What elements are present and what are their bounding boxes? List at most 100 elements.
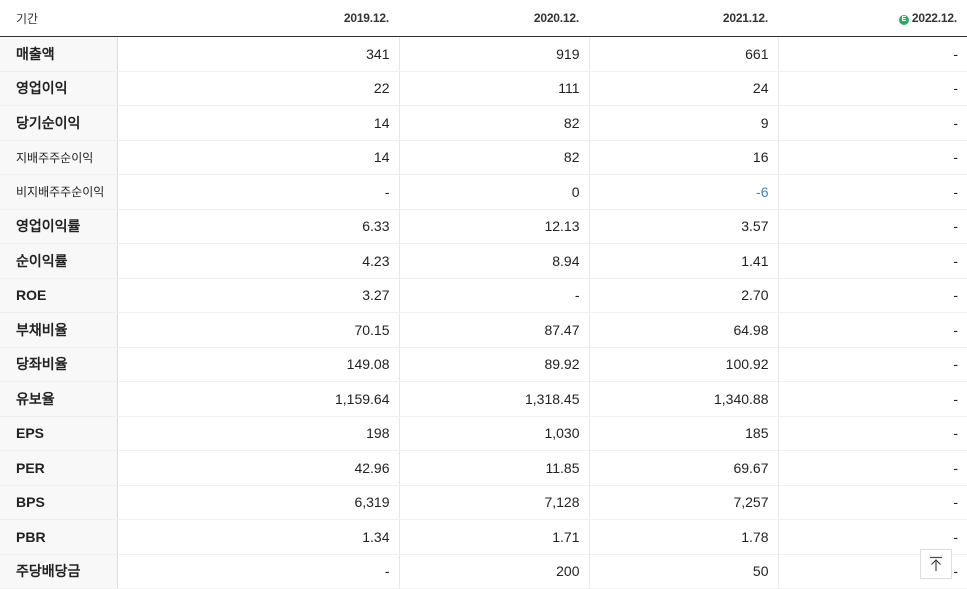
table-cell: 24 (588, 71, 778, 106)
table-cell: 9 (588, 105, 778, 141)
table-cell: 89.92 (398, 347, 589, 382)
table-row: 주당배당금 -200 50- (0, 553, 967, 589)
table-cell: - (777, 347, 967, 382)
table-cell: - (777, 105, 967, 141)
row-label: 매출액 (0, 36, 118, 72)
table-cell: 8.94 (398, 243, 589, 279)
table-row: PER 42.96 11.85 69.67- (0, 450, 967, 486)
table-cell: 661 (588, 36, 778, 72)
table-cell: 1,340.88 (588, 381, 778, 417)
table-cell: 7,257 (588, 485, 778, 520)
row-label: 지배주주순이익 (0, 140, 118, 175)
table-cell: 64.98 (588, 312, 778, 348)
table-cell: 341 (116, 36, 399, 72)
table-cell: 22 (116, 71, 399, 106)
table-cell: - (116, 553, 399, 589)
table-cell: - (116, 174, 399, 210)
table-cell: 7,128 (398, 485, 589, 520)
table-cell: 6,319 (116, 485, 399, 520)
table-cell: 1,159.64 (116, 381, 399, 417)
table-row: 부채비율 70.15 87.47 64.98- (0, 312, 967, 348)
table-cell: 149.08 (116, 347, 399, 382)
row-label: 유보율 (0, 381, 118, 417)
row-label: BPS (0, 485, 118, 520)
row-label: 영업이익 (0, 71, 118, 106)
table-cell: 82 (398, 140, 589, 175)
row-label: 당기순이익 (0, 105, 118, 141)
table-cell: - (777, 381, 967, 417)
table-cell: - (777, 140, 967, 175)
row-label: 당좌비율 (0, 347, 118, 382)
table-cell: - (398, 278, 589, 313)
period-header: 2019.12. (117, 0, 399, 37)
table-cell: 185 (588, 415, 778, 451)
table-cell: - (777, 174, 967, 210)
table-cell: 1.78 (588, 519, 778, 555)
period-header-estimate: E 2022.12. (778, 0, 967, 37)
table-cell: 50 (588, 553, 778, 589)
table-row: 비지배주주순이익 -0 -6- (0, 174, 967, 210)
table-cell: - (777, 450, 967, 486)
table-cell: 198 (116, 415, 399, 451)
table-cell: - (777, 415, 967, 451)
table-cell: 1,318.45 (398, 381, 589, 417)
row-label: 순이익률 (0, 243, 118, 279)
table-cell: 1.41 (588, 243, 778, 279)
estimate-badge-icon: E (898, 15, 909, 25)
table-cell: 69.67 (588, 450, 778, 486)
table-row: 순이익률 4.23 8.94 1.41- (0, 243, 967, 279)
table-row: BPS 6,319 7,128 7,257- (0, 485, 967, 520)
table-cell: - (777, 243, 967, 279)
table-cell: 1,030 (398, 415, 589, 451)
table-cell: 1.71 (398, 519, 589, 555)
table-cell: - (777, 312, 967, 348)
table-cell: 4.23 (116, 243, 399, 279)
period-label: 기간 (0, 0, 117, 37)
row-label: 비지배주주순이익 (0, 174, 118, 210)
table-row: 유보율 1,159.64 1,318.45 1,340.88- (0, 381, 967, 417)
table-cell: 3.57 (588, 208, 778, 244)
header-row: 기간 2019.12. 2020.12. 2021.12. E 2022.12. (0, 0, 967, 37)
table-cell: - (777, 71, 967, 106)
row-label: 주당배당금 (0, 553, 118, 589)
period-header: 2021.12. (589, 0, 778, 37)
table-cell: - (777, 208, 967, 244)
table-cell: 14 (116, 140, 399, 175)
table-cell: 14 (116, 105, 399, 141)
table-cell: 100.92 (588, 347, 778, 382)
row-label: 부채비율 (0, 312, 118, 348)
table-cell: 70.15 (116, 312, 399, 348)
table-cell: - (777, 278, 967, 313)
table-row: EPS 198 1,030 185- (0, 415, 967, 451)
table-cell: - (777, 485, 967, 520)
table-cell: 200 (398, 553, 589, 589)
row-label: 영업이익률 (0, 208, 118, 244)
row-label: PBR (0, 519, 118, 555)
scroll-to-top-button[interactable] (920, 549, 952, 579)
table-row: 영업이익률 6.33 12.13 3.57- (0, 208, 967, 244)
table-cell: 12.13 (398, 208, 589, 244)
table-row: ROE 3.27-2.70- (0, 278, 967, 313)
table-row: 당기순이익 14 82 9- (0, 105, 967, 141)
table-cell: - (777, 36, 967, 72)
row-label: EPS (0, 415, 118, 451)
period-header-label: 2022.12. (911, 11, 957, 25)
period-header: 2020.12. (399, 0, 589, 37)
arrow-up-to-top-icon (930, 556, 942, 571)
table-cell: 0 (398, 174, 589, 210)
table-cell: 1.34 (116, 519, 399, 555)
financial-summary-table: 기간 2019.12. 2020.12. 2021.12. E 2022.12. … (0, 0, 967, 589)
table-row: 영업이익 22 111 24- (0, 71, 967, 106)
table-cell: 42.96 (116, 450, 399, 486)
row-label: PER (0, 450, 118, 486)
table-cell: 3.27 (116, 278, 399, 313)
table-cell: 2.70 (588, 278, 778, 313)
table-row: 지배주주순이익 14 82 16- (0, 140, 967, 175)
table-cell: -6 (588, 174, 778, 210)
table-cell: 16 (588, 140, 778, 175)
table-cell: 11.85 (398, 450, 589, 486)
table-row: 매출액 341 919 661- (0, 36, 967, 72)
table-row: PBR 1.34 1.71 1.78- (0, 519, 967, 555)
table-cell: 82 (398, 105, 589, 141)
table-row: 당좌비율 149.08 89.92 100.92- (0, 347, 967, 382)
